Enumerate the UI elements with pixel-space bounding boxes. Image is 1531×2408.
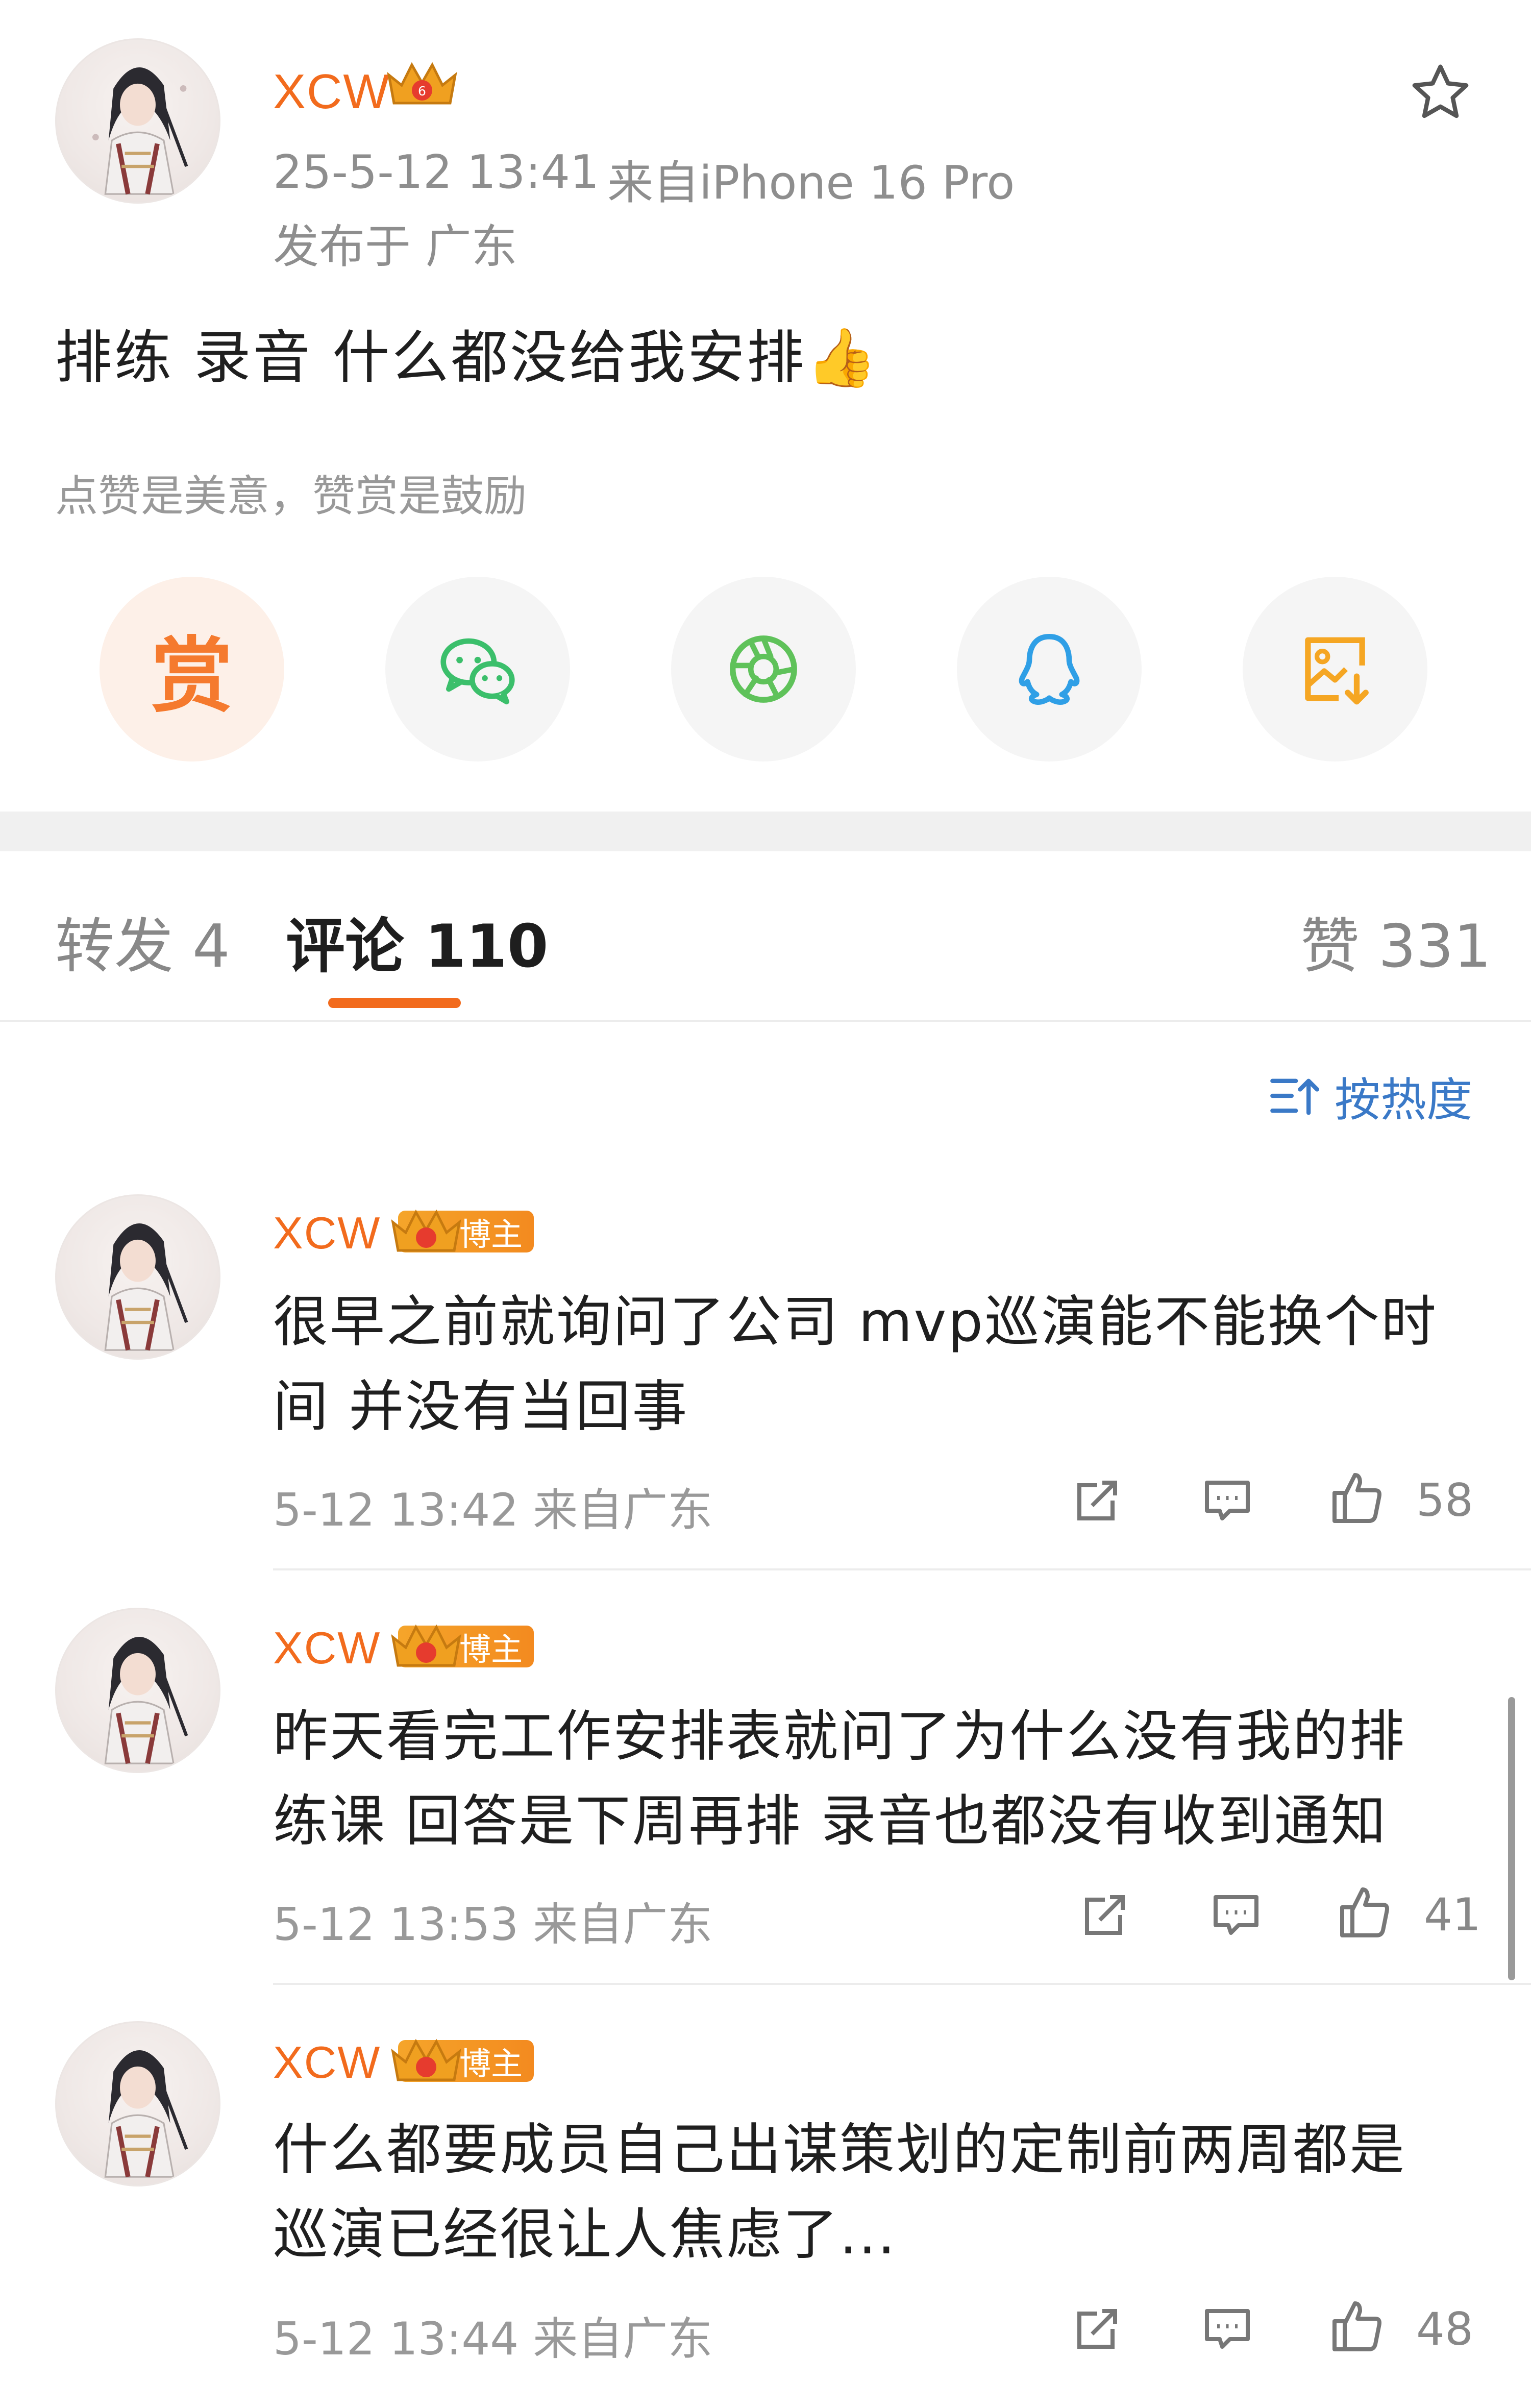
reply-icon[interactable] xyxy=(1197,1470,1258,1531)
comment-username[interactable]: XCW xyxy=(273,1207,381,1259)
comment-avatar[interactable] xyxy=(55,1608,220,1773)
qq-penguin-icon xyxy=(1019,633,1080,705)
like-thumb-icon[interactable] xyxy=(1327,1467,1388,1529)
share-qq-button[interactable] xyxy=(957,577,1142,761)
tabs-divider xyxy=(0,1020,1531,1022)
tab-repost[interactable]: 转发 4 xyxy=(55,898,230,984)
moments-aperture-icon xyxy=(730,635,797,703)
reward-button[interactable]: 赏 xyxy=(100,577,284,761)
sort-label: 按热度 xyxy=(1335,1073,1472,1127)
share-moments-button[interactable] xyxy=(671,577,856,761)
repost-icon[interactable] xyxy=(1067,2298,1128,2360)
comment-text: 昨天看完工作安排表就问了为什么没有我的排练课 回答是下周再排 录音也都没有收到通… xyxy=(273,1705,1406,1853)
author-badge: 博主 xyxy=(391,1209,534,1253)
wechat-icon xyxy=(440,638,515,705)
vip-crown-icon xyxy=(391,1624,461,1667)
comment-divider xyxy=(273,1983,1531,1985)
comment-text: 什么都要成员自己出谋策划的定制前两周都是巡演已经很让人焦虑了... xyxy=(273,2118,1406,2267)
like-thumb-icon[interactable] xyxy=(1327,2296,1388,2357)
tab-comments[interactable]: 评论 110 xyxy=(286,898,549,984)
post-source: 来自iPhone 16 Pro xyxy=(607,156,1015,210)
scrollbar[interactable] xyxy=(1508,1697,1515,1980)
comment-avatar[interactable] xyxy=(55,1194,220,1360)
comment-meta: 5-12 13:44 来自广东 xyxy=(273,2313,713,2365)
comment-divider xyxy=(273,1568,1531,1570)
comment-meta: 5-12 13:42 来自广东 xyxy=(273,1484,713,1536)
comment-meta: 5-12 13:53 来自广东 xyxy=(273,1898,713,1951)
sort-icon xyxy=(1270,1078,1319,1115)
post-content: 排练 录音 什么都没给我安排👍 xyxy=(55,325,879,391)
reply-icon[interactable] xyxy=(1205,1884,1267,1946)
comment-username[interactable]: XCW xyxy=(273,2036,381,2088)
author-avatar[interactable] xyxy=(55,38,220,204)
comment-avatar[interactable] xyxy=(55,2021,220,2186)
svg-text:6: 6 xyxy=(418,84,426,99)
like-count: 48 xyxy=(1416,2303,1473,2355)
sort-by-hot-button[interactable]: 按热度 xyxy=(1268,1063,1472,1129)
save-image-icon xyxy=(1305,637,1369,705)
author-name[interactable]: XCW xyxy=(273,64,390,120)
vip-crown-icon xyxy=(391,2038,461,2081)
comment-username[interactable]: XCW xyxy=(273,1622,381,1674)
like-thumb-icon[interactable] xyxy=(1335,1882,1396,1943)
post-location: 发布于 广东 xyxy=(273,220,517,274)
author-badge: 博主 xyxy=(391,1624,534,1668)
repost-icon[interactable] xyxy=(1074,1884,1135,1946)
like-count: 58 xyxy=(1416,1474,1473,1527)
save-image-button[interactable] xyxy=(1243,577,1427,761)
post-timestamp: 25-5-12 13:41 xyxy=(273,145,600,199)
author-badge: 博主 xyxy=(391,2038,534,2082)
vip-crown-icon xyxy=(391,1209,461,1252)
favorite-star-icon[interactable] xyxy=(1406,59,1475,128)
reply-icon[interactable] xyxy=(1197,2298,1258,2360)
like-count: 41 xyxy=(1424,1888,1481,1941)
share-wechat-button[interactable] xyxy=(385,577,570,761)
section-separator xyxy=(0,812,1531,851)
active-tab-indicator xyxy=(328,998,461,1008)
reward-hint: 点赞是美意，赞赏是鼓励 xyxy=(55,471,527,521)
repost-icon[interactable] xyxy=(1067,1470,1128,1531)
tab-likes[interactable]: 赞 331 xyxy=(1300,898,1491,984)
reward-label: 赏 xyxy=(151,628,233,724)
vip-crown-icon: 6 xyxy=(387,62,457,105)
comment-text: 很早之前就询问了公司 mvp巡演能不能换个时间 并没有当回事 xyxy=(273,1290,1438,1439)
